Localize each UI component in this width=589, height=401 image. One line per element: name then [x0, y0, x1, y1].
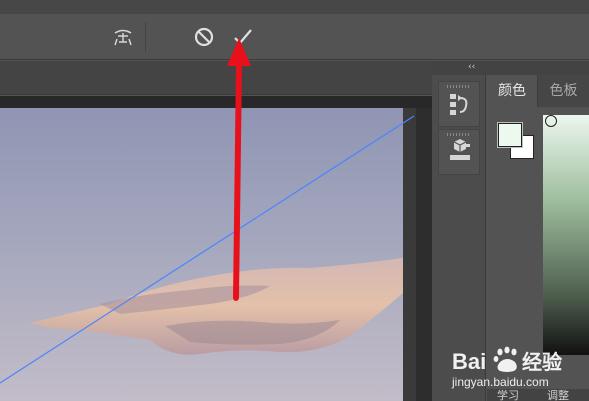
commit-checkmark-icon[interactable]	[231, 24, 255, 50]
color-picker-cursor[interactable]	[545, 115, 557, 127]
tab-swatches[interactable]: 色板	[537, 75, 589, 107]
canvas-edge	[403, 108, 416, 401]
canvas-photo[interactable]	[0, 108, 403, 401]
svg-text:Bai: Bai	[452, 349, 486, 374]
document-tab-bar	[0, 61, 432, 95]
app-top-strip	[0, 0, 589, 14]
options-bar	[0, 14, 589, 60]
3d-panel-button[interactable]	[438, 129, 480, 175]
svg-text:经验: 经验	[522, 350, 562, 374]
baidu-jingyan-watermark: Bai 经验 jingyan.baidu.com	[452, 346, 589, 394]
warp-icon[interactable]	[111, 24, 135, 50]
panel-dock-header	[432, 61, 589, 75]
color-picker-field[interactable]	[543, 115, 589, 355]
collapse-panels-button[interactable]: ‹‹	[468, 61, 475, 73]
history-panel-button[interactable]	[438, 81, 480, 127]
foreground-color-swatch[interactable]	[497, 122, 523, 148]
watermark-url: jingyan.baidu.com	[452, 375, 549, 389]
cancel-icon[interactable]	[192, 24, 216, 50]
vertical-scrollbar[interactable]	[416, 108, 432, 401]
options-separator	[145, 22, 146, 52]
history-icon	[450, 94, 468, 115]
canvas-workspace	[0, 96, 432, 401]
tab-color[interactable]: 颜色	[487, 75, 537, 107]
3d-icon	[450, 139, 470, 160]
